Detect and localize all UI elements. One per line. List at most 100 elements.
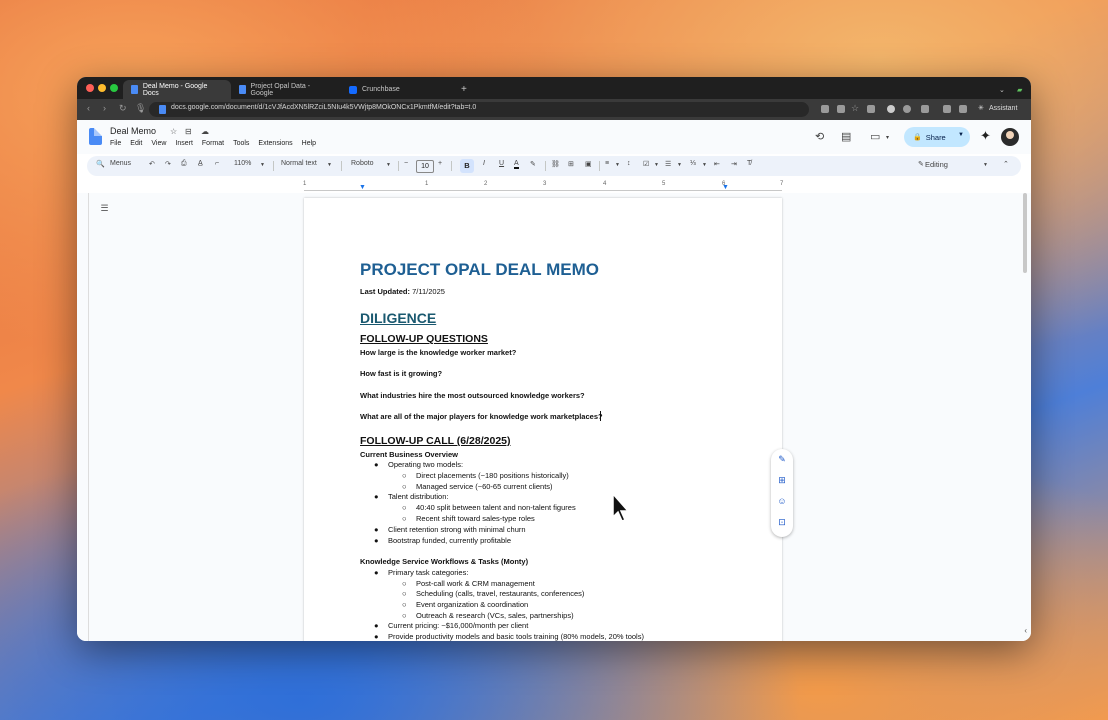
bullet-icon: ● <box>374 536 379 545</box>
chevron-down-icon[interactable]: ▼ <box>654 162 659 168</box>
menu-file[interactable]: File <box>110 140 121 147</box>
menu-format[interactable]: Format <box>202 140 224 147</box>
minimize-window-button[interactable] <box>98 84 106 92</box>
new-tab-button[interactable]: + <box>453 80 471 99</box>
assistant-button[interactable]: Assistant <box>989 105 1017 112</box>
tab-crunchbase[interactable]: Crunchbase <box>341 80 447 99</box>
zoom-select[interactable]: 110% <box>234 160 251 167</box>
line-spacing-icon[interactable]: ↕ <box>627 160 631 167</box>
microphone-icon[interactable]: 🎙 <box>135 103 146 114</box>
add-emoji-reaction-icon[interactable]: ☺ <box>776 495 788 507</box>
add-comment-icon[interactable]: ⊞ <box>776 474 788 486</box>
increase-font-size-button[interactable]: + <box>438 160 442 167</box>
chevron-down-icon[interactable]: ▼ <box>386 162 391 168</box>
chevron-down-icon[interactable]: ▼ <box>327 162 332 168</box>
redo-icon[interactable]: ↷ <box>165 160 171 168</box>
window-icon[interactable] <box>943 105 951 113</box>
decrease-indent-icon[interactable]: ⇤ <box>714 160 720 168</box>
horizontal-ruler[interactable]: 1 ▼ 1 2 3 4 5 ▼ 6 7 <box>303 181 783 191</box>
increase-indent-icon[interactable]: ⇥ <box>731 160 737 168</box>
chevron-down-icon[interactable]: ▼ <box>615 162 620 168</box>
shield-icon[interactable] <box>837 105 845 113</box>
move-folder-icon[interactable]: ⊟ <box>185 127 192 136</box>
version-history-icon[interactable]: ⟲ <box>815 130 824 143</box>
menu-extensions[interactable]: Extensions <box>258 140 292 147</box>
gemini-icon[interactable]: ✦ <box>980 128 991 144</box>
chevron-left-icon[interactable]: ‹ <box>1024 626 1027 635</box>
highlight-icon[interactable]: ✎ <box>530 160 536 168</box>
chevron-down-icon[interactable]: ▾ <box>886 134 889 141</box>
list-item: ○ Managed service (~60-65 current clients… <box>402 482 553 491</box>
tab-deal-memo[interactable]: Deal Memo - Google Docs <box>123 80 231 99</box>
search-icon[interactable]: 🔍 <box>96 160 105 168</box>
close-window-button[interactable] <box>86 84 94 92</box>
extension-badge[interactable]: ▰ <box>1009 80 1025 99</box>
collapse-toolbar-icon[interactable]: ⌃ <box>1003 160 1009 168</box>
extension-icon[interactable] <box>903 105 911 113</box>
vertical-scrollbar[interactable] <box>1023 193 1027 273</box>
clear-formatting-icon[interactable]: T̸ <box>747 160 751 167</box>
profile-icon[interactable] <box>887 105 895 113</box>
bold-button[interactable]: B <box>460 159 474 173</box>
zoom-window-button[interactable] <box>110 84 118 92</box>
print-icon[interactable]: ⎙ <box>181 160 187 168</box>
chevron-down-icon[interactable]: ▼ <box>677 162 682 168</box>
link-icon[interactable] <box>867 105 875 113</box>
meet-icon[interactable]: ▭ <box>870 130 880 143</box>
chevron-down-icon[interactable]: ▼ <box>983 162 988 168</box>
font-select[interactable]: Roboto <box>351 160 374 167</box>
bulleted-list-icon[interactable]: ☰ <box>665 160 671 168</box>
menus-search[interactable]: Menus <box>110 160 131 167</box>
add-comment-icon[interactable]: ⊞ <box>568 160 574 168</box>
menu-view[interactable]: View <box>151 140 166 147</box>
suggest-edits-icon[interactable]: ⊡ <box>776 516 788 528</box>
chevron-down-icon[interactable]: ▼ <box>260 162 265 168</box>
checklist-icon[interactable]: ☑ <box>643 160 649 168</box>
assistant-icon[interactable]: ✳ <box>978 104 984 112</box>
star-icon[interactable]: ☆ <box>170 127 177 136</box>
google-docs-logo-icon[interactable] <box>89 128 102 145</box>
forward-icon[interactable]: › <box>103 103 106 113</box>
puzzle-icon[interactable] <box>921 105 929 113</box>
menu-help[interactable]: Help <box>302 140 316 147</box>
editing-mode-select[interactable]: Editing <box>925 160 948 169</box>
underline-button[interactable]: U <box>499 160 504 167</box>
vertical-ruler[interactable] <box>82 193 89 641</box>
cloud-status-icon[interactable]: ☁ <box>201 127 209 136</box>
menu-insert[interactable]: Insert <box>175 140 193 147</box>
edit-with-gemini-icon[interactable]: ✎ <box>776 453 788 465</box>
chevron-down-icon[interactable]: ▼ <box>958 132 964 138</box>
ruler-mark: 6 <box>722 181 726 187</box>
document-page[interactable]: PROJECT OPAL DEAL MEMO Last Updated: 7/1… <box>304 198 782 641</box>
reload-icon[interactable]: ↻ <box>119 103 127 114</box>
link-icon[interactable]: ⛓ <box>551 160 560 168</box>
decrease-font-size-button[interactable]: − <box>404 160 408 167</box>
menu-tools[interactable]: Tools <box>233 140 249 147</box>
star-icon[interactable]: ☆ <box>851 103 859 114</box>
paragraph-style-select[interactable]: Normal text <box>281 160 317 167</box>
document-title[interactable]: Deal Memo <box>110 126 156 136</box>
document-outline-icon[interactable]: ☰ <box>96 201 113 216</box>
back-icon[interactable]: ‹ <box>87 103 90 113</box>
insert-image-icon[interactable]: ▣ <box>585 160 592 168</box>
numbered-list-icon[interactable]: ⅓ <box>690 160 696 167</box>
share-button[interactable]: 🔒 Share ▼ <box>904 127 970 147</box>
comments-icon[interactable]: ▤ <box>841 130 851 143</box>
font-size-input[interactable]: 10 <box>416 160 434 173</box>
avatar[interactable] <box>1001 128 1019 146</box>
undo-icon[interactable]: ↶ <box>149 160 155 168</box>
tab-list-button[interactable]: ⌄ <box>991 80 1007 99</box>
bullet-icon: ○ <box>402 579 407 588</box>
menu-edit[interactable]: Edit <box>130 140 142 147</box>
document-heading: PROJECT OPAL DEAL MEMO <box>360 260 599 279</box>
align-icon[interactable]: ≡ <box>605 160 609 167</box>
audio-icon[interactable] <box>959 105 967 113</box>
divider <box>451 161 452 171</box>
italic-button[interactable]: I <box>483 160 485 167</box>
chevron-down-icon[interactable]: ▼ <box>702 162 707 168</box>
tab-project-opal-data[interactable]: Project Opal Data - Google <box>231 80 337 99</box>
extension-icon[interactable] <box>821 105 829 113</box>
paint-format-icon[interactable]: ⌐ <box>215 160 219 167</box>
spellcheck-icon[interactable]: A̲ <box>198 160 203 167</box>
text-color-button[interactable]: A <box>514 160 519 169</box>
